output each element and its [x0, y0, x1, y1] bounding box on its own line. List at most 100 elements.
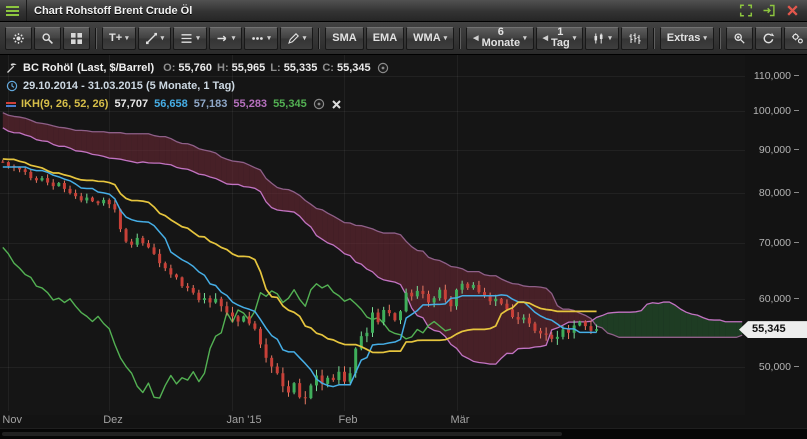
gears-icon — [791, 32, 804, 45]
y-axis[interactable]: 110,000 100,000 90,000 80,000 70,000 60,000 50… — [745, 55, 807, 415]
toolbar: T+ ▾ ▾ ▾ ▾ ▾ ▾ SMA EMA WMA ▾ ◀ 6 Monate ▾ ◀ 1 Tag ▾ ▾ Extr… — [0, 22, 807, 55]
low-value: 55,335 — [283, 62, 318, 74]
ema-indicator-label: EMA — [372, 31, 398, 44]
indicator-settings-button[interactable] — [783, 26, 807, 50]
zoomin-icon — [733, 32, 746, 45]
x-axis-label: Feb — [338, 414, 358, 426]
toolbar-separator — [95, 27, 97, 49]
sma-indicator-button[interactable]: SMA — [325, 26, 364, 50]
fibonacci-tool-button[interactable]: ▾ — [173, 26, 207, 50]
timespan-select-button[interactable]: ◀ 6 Monate ▾ — [466, 26, 534, 50]
ikh-options-icon[interactable] — [313, 98, 325, 110]
chart-area: BC Rohöl (Last, $/Barrel) O: 55,760 H: 5… — [0, 55, 807, 428]
ikh-senkou-a-value: 57,183 — [193, 98, 228, 110]
toolbar-separator — [459, 27, 462, 49]
open-value: 55,760 — [178, 62, 213, 74]
fib-icon — [180, 32, 193, 45]
undo-button[interactable] — [754, 26, 782, 50]
bar-style-button[interactable] — [620, 26, 648, 50]
open-label: O: — [163, 62, 176, 74]
caret-down-icon: ▾ — [267, 34, 271, 42]
chart-window: Chart Rohstoff Brent Crude Öl T+ ▾ ▾ ▾ ▾ ▾ ▾ SM… — [0, 0, 807, 439]
zoom-in-button[interactable] — [725, 26, 753, 50]
history-back-icon: ◀ — [542, 34, 548, 42]
price-marker: 55,345 — [739, 321, 807, 339]
arrow-icon — [216, 32, 229, 45]
timespan-select-label: 6 Monate — [481, 26, 521, 49]
extras-menu-label: Extras — [666, 31, 701, 44]
caret-down-icon: ▾ — [231, 34, 236, 42]
instrument-name: BC Rohöl — [23, 62, 74, 74]
window-title: Chart Rohstoff Brent Crude Öl — [34, 4, 193, 17]
text-tool-button[interactable]: T+ ▾ — [102, 26, 136, 50]
high-value: 55,965 — [231, 62, 266, 74]
y-axis-label: 90,000 — [747, 144, 799, 156]
window-controls — [736, 2, 807, 20]
price-marker-value: 55,345 — [752, 323, 786, 336]
draw-tool-button[interactable]: ▾ — [279, 26, 314, 50]
y-axis-label: 100,000 — [747, 105, 799, 117]
ikh-chikou-value: 55,345 — [273, 98, 307, 110]
clock-icon — [6, 80, 18, 92]
ikh-tenkan-value: 57,707 — [114, 98, 149, 110]
y-axis-label: 60,000 — [747, 293, 799, 305]
toolbar-separator — [318, 27, 321, 49]
marker-tool-button[interactable]: ▾ — [244, 26, 278, 50]
caret-down-icon: ▾ — [608, 34, 612, 42]
arrow-tool-button[interactable]: ▾ — [208, 26, 243, 50]
caret-down-icon: ▾ — [196, 34, 200, 42]
history-back-icon: ◀ — [473, 34, 479, 42]
export-icon[interactable] — [759, 2, 779, 20]
bottom-scrollbar[interactable] — [0, 428, 807, 439]
instrument-icon — [6, 62, 18, 74]
ikh-remove-icon[interactable] — [331, 99, 342, 110]
extras-menu-button[interactable]: Extras ▾ — [659, 26, 714, 50]
pencil-icon — [287, 32, 300, 45]
trendline-tool-button[interactable]: ▾ — [137, 26, 172, 50]
ikh-legend-row: IKH(9, 26, 52, 26) 57,707 56,658 57,183 … — [6, 95, 389, 113]
chart-settings-button[interactable] — [5, 26, 32, 50]
caret-down-icon: ▾ — [443, 34, 448, 42]
x-axis-label: Dez — [103, 414, 123, 426]
high-label: H: — [217, 62, 229, 74]
undo-icon — [762, 32, 775, 45]
caret-down-icon: ▾ — [703, 34, 707, 42]
toolbar-separator — [652, 27, 655, 49]
ema-indicator-button[interactable]: EMA — [365, 26, 405, 50]
low-label: L: — [270, 62, 281, 74]
ikh-indicator-label: IKH(9, 26, 52, 26) — [21, 98, 109, 110]
trendline-icon — [145, 32, 158, 45]
sma-indicator-label: SMA — [332, 31, 357, 44]
wma-indicator-button[interactable]: WMA ▾ — [406, 26, 455, 50]
y-axis-label: 110,000 — [747, 70, 799, 82]
y-axis-label: 70,000 — [747, 237, 799, 249]
interval-select-button[interactable]: ◀ 1 Tag ▾ — [535, 26, 584, 50]
layout-grid-button[interactable] — [63, 26, 90, 50]
grid-icon — [70, 32, 83, 45]
caret-down-icon: ▾ — [302, 34, 307, 42]
caret-down-icon: ▾ — [523, 34, 527, 42]
date-range: 29.10.2014 - 31.03.2015 (5 Monate, 1 Tag… — [23, 80, 235, 92]
expand-icon[interactable] — [736, 2, 756, 20]
instrument-unit: (Last, $/Barrel) — [77, 62, 155, 74]
y-axis-label: 80,000 — [747, 187, 799, 199]
close-value: 55,345 — [336, 62, 371, 74]
wma-indicator-label: WMA — [413, 31, 441, 44]
x-axis-label: Mär — [450, 414, 470, 426]
close-icon[interactable] — [782, 2, 802, 20]
toolbar-separator — [718, 27, 721, 49]
bars-icon — [628, 32, 641, 45]
caret-down-icon: ▾ — [125, 34, 129, 42]
chart-type-button[interactable]: ▾ — [585, 26, 619, 50]
menu-button[interactable] — [0, 0, 27, 21]
ikh-color-chip — [6, 100, 16, 108]
range-legend-row: 29.10.2014 - 31.03.2015 (5 Monate, 1 Tag… — [6, 77, 389, 95]
interval-select-label: 1 Tag — [550, 26, 570, 49]
y-axis-label: 50,000 — [747, 361, 799, 373]
instrument-options-icon[interactable] — [377, 62, 389, 74]
x-axis-label: Jan '15 — [226, 414, 262, 426]
chart-legend: BC Rohöl (Last, $/Barrel) O: 55,760 H: 5… — [6, 59, 389, 113]
zoom-tool-button[interactable] — [34, 26, 61, 50]
scrollbar-thumb[interactable] — [2, 432, 562, 436]
caret-down-icon: ▾ — [572, 34, 577, 42]
